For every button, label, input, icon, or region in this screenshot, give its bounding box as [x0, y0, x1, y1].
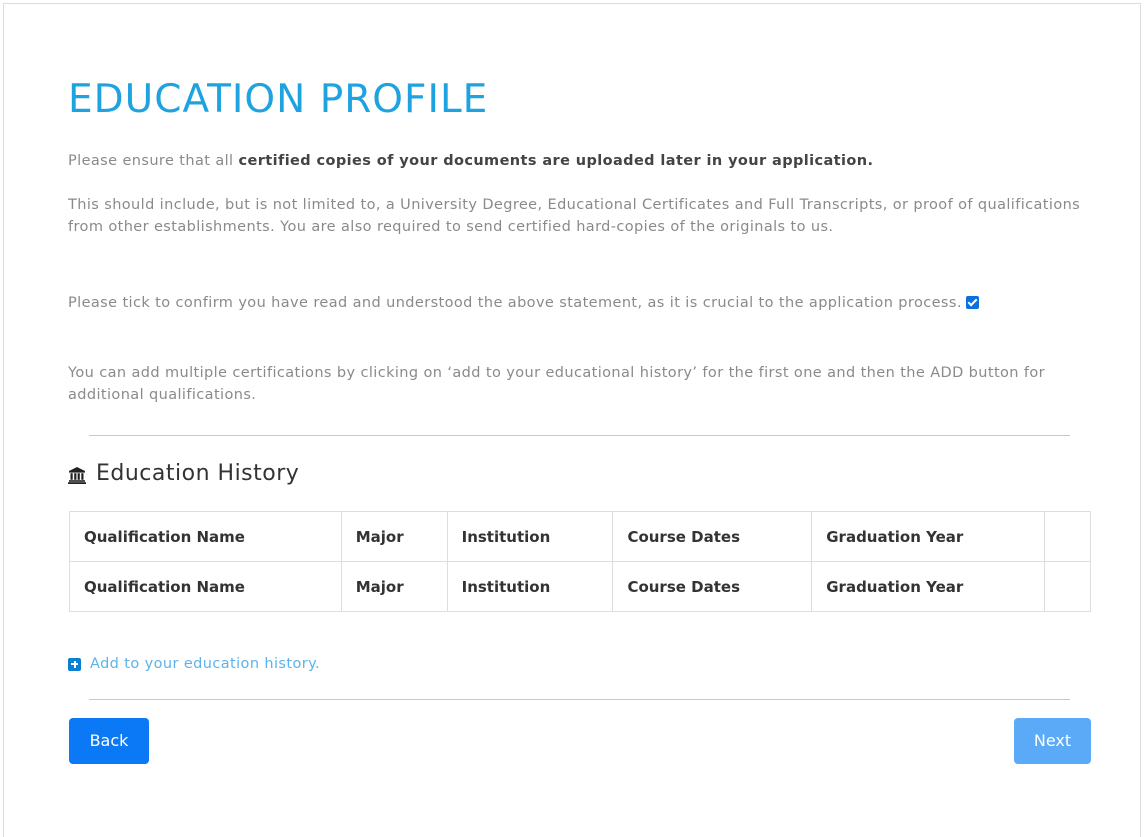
- bank-icon: [68, 465, 86, 484]
- multiple-certifications-hint: You can add multiple certifications by c…: [68, 365, 1046, 403]
- table-cell: Qualification Name: [69, 511, 342, 562]
- add-education-history-link[interactable]: Add to your education history.: [68, 656, 320, 672]
- certified-copies-notice: Please ensure that all certified copies …: [68, 150, 1092, 172]
- education-history-heading: Education History: [68, 461, 299, 486]
- back-button[interactable]: Back: [69, 718, 149, 764]
- page-frame: EDUCATION PROFILE Please ensure that all…: [3, 3, 1141, 837]
- table-cell: Major: [340, 561, 448, 612]
- table-cell: Course Dates: [612, 511, 813, 562]
- table-cell: Graduation Year: [811, 561, 1045, 612]
- table-cell: Graduation Year: [811, 511, 1045, 562]
- notice-prefix: Please ensure that all: [68, 153, 239, 169]
- divider: [89, 435, 1070, 436]
- table-cell: Course Dates: [612, 561, 813, 612]
- table-cell: [1044, 511, 1091, 562]
- add-link-text[interactable]: Add to your education history.: [90, 656, 320, 672]
- confirm-statement-text: Please tick to confirm you have read and…: [68, 295, 962, 311]
- table-row: Qualification Name Major Institution Cou…: [69, 511, 1091, 562]
- table-cell: Institution: [446, 561, 614, 612]
- divider: [89, 699, 1070, 700]
- documents-description: This should include, but is not limited …: [68, 197, 1081, 235]
- notice-bold-text: certified copies of your documents are u…: [238, 153, 874, 169]
- next-button[interactable]: Next: [1014, 718, 1091, 764]
- table-cell: Major: [340, 511, 448, 562]
- table-row: Qualification Name Major Institution Cou…: [69, 561, 1091, 612]
- section-title-text: Education History: [96, 461, 300, 486]
- confirm-statement: Please tick to confirm you have read and…: [68, 292, 1092, 314]
- confirm-checkbox[interactable]: [965, 296, 979, 309]
- page-title: EDUCATION PROFILE: [68, 77, 489, 122]
- education-history-table: Qualification Name Major Institution Cou…: [69, 511, 1091, 612]
- table-cell: Institution: [446, 511, 614, 562]
- table-cell: Qualification Name: [69, 561, 342, 612]
- table-cell: [1044, 561, 1091, 612]
- plus-square-icon: [68, 657, 81, 671]
